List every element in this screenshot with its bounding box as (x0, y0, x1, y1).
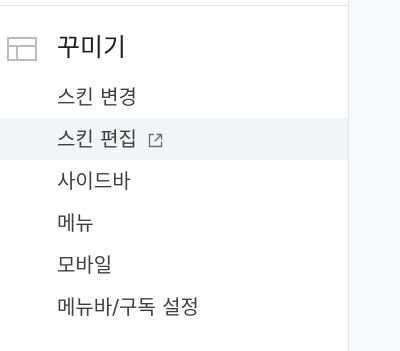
external-link-icon (147, 132, 164, 149)
sidebar-item-skin-edit[interactable]: 스킨 편집 (0, 118, 348, 160)
sidebar-item-sidebar[interactable]: 사이드바 (0, 160, 348, 202)
sidebar-item-label: 사이드바 (57, 169, 131, 193)
sidebar-menu: 스킨 변경 스킨 편집 사이드바 메뉴 모바일 메뉴바/구독 설정 (0, 76, 348, 328)
sidebar-item-menu[interactable]: 메뉴 (0, 202, 348, 244)
sidebar-item-label: 메뉴바/구독 설정 (57, 295, 199, 319)
sidebar-item-skin-change[interactable]: 스킨 변경 (0, 76, 348, 118)
sidebar-item-menubar-subscribe-settings[interactable]: 메뉴바/구독 설정 (0, 286, 348, 328)
sidebar-item-label: 모바일 (57, 253, 113, 277)
sidebar-item-label: 메뉴 (57, 211, 94, 235)
section-header-decorate: 꾸미기 (0, 28, 348, 70)
section-title: 꾸미기 (57, 33, 127, 62)
sidebar-item-label: 스킨 편집 (57, 127, 137, 151)
content-pane (348, 0, 400, 351)
top-divider (0, 5, 348, 6)
layout-icon (7, 37, 37, 61)
app-frame: 꾸미기 스킨 변경 스킨 편집 사이드바 메뉴 모바일 메뉴바/구독 설정 (0, 0, 400, 351)
sidebar-item-mobile[interactable]: 모바일 (0, 244, 348, 286)
sidebar-item-label: 스킨 변경 (57, 85, 137, 109)
sidebar: 꾸미기 스킨 변경 스킨 편집 사이드바 메뉴 모바일 메뉴바/구독 설정 (0, 0, 348, 351)
